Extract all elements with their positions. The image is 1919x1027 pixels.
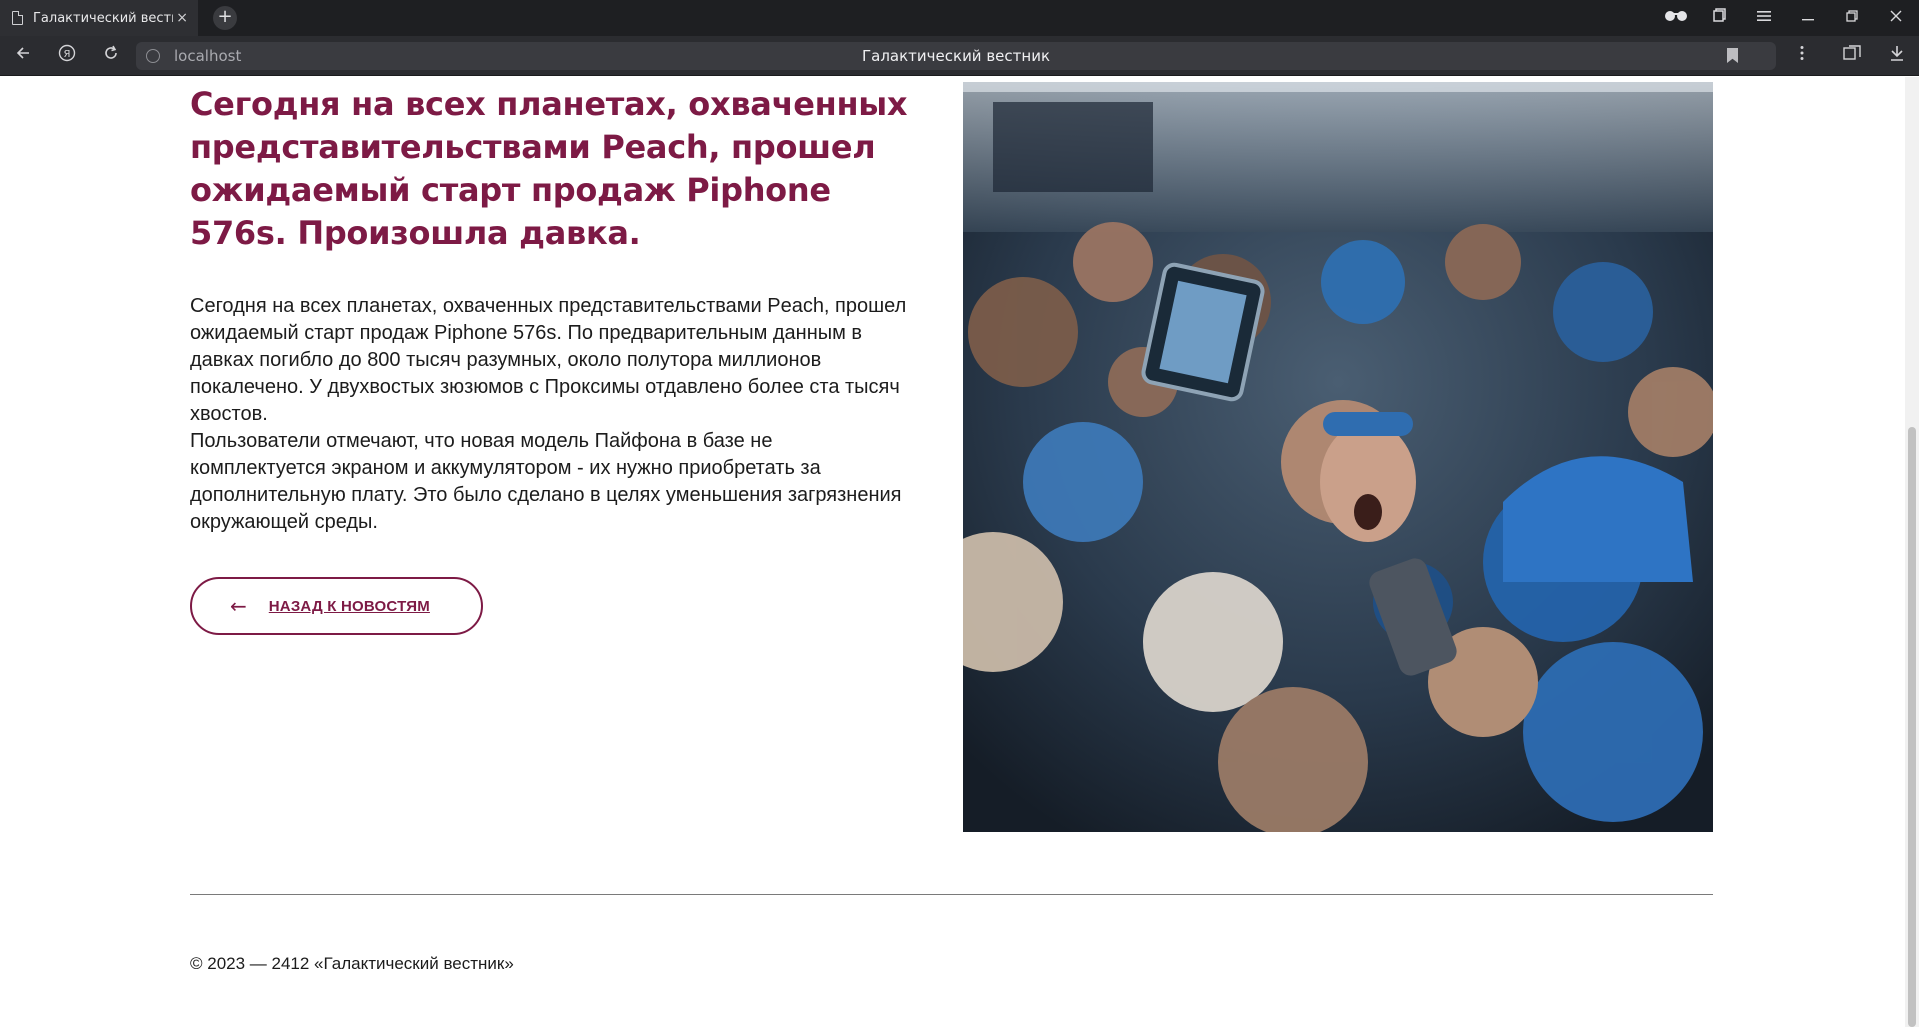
article-headline: Сегодня на всех планетах, охваченных пре… <box>190 85 908 252</box>
page-content: Сегодня на всех планетах, охваченных пре… <box>0 77 1905 1027</box>
close-icon[interactable]: × <box>176 9 188 27</box>
article-body: Сегодня на всех планетах, охваченных пре… <box>190 293 910 536</box>
active-tab[interactable]: Галактический вестник × <box>0 0 198 36</box>
collections-icon[interactable] <box>1705 6 1735 30</box>
browser-toolbar: Я localhost Галактический вестник <box>0 36 1919 76</box>
crowd-photo-illustration <box>963 82 1713 832</box>
minimize-icon[interactable] <box>1793 6 1823 30</box>
tab-title: Галактический вестник <box>33 10 173 26</box>
page-scrollbar[interactable] <box>1905 77 1919 1027</box>
downloads-icon[interactable] <box>1884 44 1910 68</box>
scrollbar-thumb[interactable] <box>1908 427 1916 1027</box>
article-paragraph: Сегодня на всех планетах, охваченных пре… <box>190 295 907 425</box>
reader-icon[interactable] <box>1839 44 1865 68</box>
address-bar[interactable]: localhost Галактический вестник <box>136 42 1776 70</box>
page-icon <box>12 11 23 25</box>
svg-text:Я: Я <box>64 49 71 60</box>
yandex-icon[interactable]: Я <box>54 44 80 68</box>
back-icon[interactable] <box>10 44 36 68</box>
glasses-icon[interactable] <box>1661 6 1691 30</box>
plus-icon[interactable]: + <box>213 6 237 30</box>
article-paragraph: Пользователи отмечают, что новая модель … <box>190 430 902 533</box>
footer-divider <box>190 894 1713 895</box>
restore-icon[interactable] <box>1837 6 1867 30</box>
tab-strip: Галактический вестник × + <box>0 0 1919 36</box>
menu-icon[interactable] <box>1749 6 1779 30</box>
footer-copyright: © 2023 — 2412 «Галактический вестник» <box>190 954 514 973</box>
back-to-news-button[interactable]: ← НАЗАД К НОВОСТЯМ <box>190 577 483 635</box>
article-photo <box>963 82 1713 832</box>
address-page-title: Галактический вестник <box>862 47 1050 65</box>
back-to-news-label[interactable]: НАЗАД К НОВОСТЯМ <box>269 598 430 615</box>
more-icon[interactable] <box>1789 44 1815 68</box>
close-window-icon[interactable] <box>1881 6 1911 30</box>
reload-icon[interactable] <box>98 44 124 68</box>
arrow-left-icon: ← <box>230 594 247 618</box>
